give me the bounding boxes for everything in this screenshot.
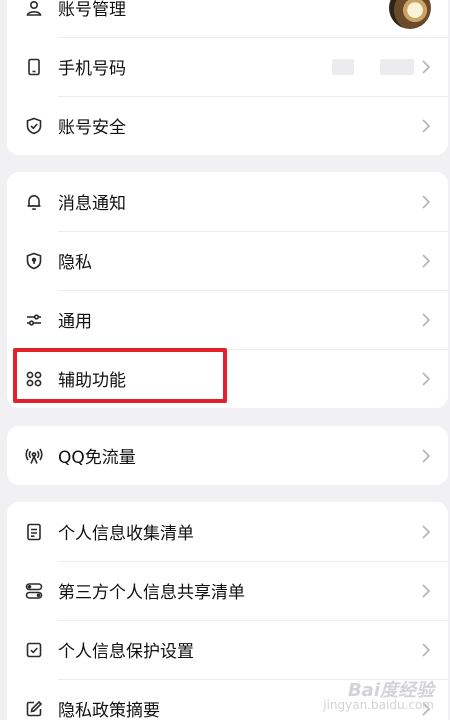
phone-icon	[24, 57, 44, 77]
row-label: 隐私政策摘要	[58, 701, 160, 720]
sliders-icon	[24, 310, 44, 330]
row-label: 通用	[58, 312, 92, 332]
masked-phone-part	[332, 59, 354, 75]
row-privacy[interactable]: 隐私	[7, 231, 448, 290]
row-label: 个人信息收集清单	[58, 524, 194, 544]
row-personal-info-collection[interactable]: 个人信息收集清单	[7, 502, 448, 561]
settings-card: 消息通知 隐私 通用 辅助功能	[7, 172, 448, 408]
row-label: 消息通知	[58, 194, 126, 214]
watermark-site: jingyan.baidu.com	[323, 698, 434, 712]
shield-keyhole-icon	[24, 251, 44, 271]
signal-tower-icon	[24, 446, 44, 466]
data-card: QQ免流量	[7, 426, 448, 485]
row-notifications[interactable]: 消息通知	[7, 172, 448, 231]
watermark-brand: Bai度经验	[347, 680, 434, 701]
chevron-right-icon	[421, 118, 431, 134]
avatar[interactable]	[389, 0, 431, 29]
row-general[interactable]: 通用	[7, 290, 448, 349]
row-third-party-sharing[interactable]: 第三方个人信息共享清单	[7, 561, 448, 620]
row-label: 辅助功能	[58, 371, 126, 391]
row-qq-free-data[interactable]: QQ免流量	[7, 426, 448, 485]
row-account-management[interactable]: 账号管理	[7, 0, 448, 37]
chevron-right-icon	[421, 642, 431, 658]
bell-icon	[24, 192, 44, 212]
row-label: 个人信息保护设置	[58, 642, 194, 662]
account-card: 账号管理 手机号码 账号安全	[7, 0, 448, 155]
row-phone-number[interactable]: 手机号码	[7, 37, 448, 96]
settings-page: 账号管理 手机号码 账号安全 消息通知 隐私 通用 辅助功能 QQ免流量 个人信…	[0, 0, 450, 720]
watermark: Bai度经验 jingyan.baidu.com	[323, 680, 434, 713]
chevron-right-icon	[421, 524, 431, 540]
row-account-security[interactable]: 账号安全	[7, 96, 448, 155]
row-label: 账号安全	[58, 118, 126, 138]
chevron-right-icon	[421, 59, 431, 75]
row-label: QQ免流量	[58, 448, 136, 468]
chevron-right-icon	[421, 371, 431, 387]
document-icon	[24, 522, 44, 542]
row-accessibility[interactable]: 辅助功能	[7, 349, 448, 408]
command-icon	[24, 369, 44, 389]
edit-icon	[24, 699, 44, 719]
masked-phone-part	[380, 59, 414, 75]
chevron-right-icon	[421, 448, 431, 464]
person-icon	[24, 0, 44, 18]
row-label: 账号管理	[58, 0, 126, 20]
chevron-right-icon	[421, 194, 431, 210]
row-personal-info-protection[interactable]: 个人信息保护设置	[7, 620, 448, 679]
row-label: 第三方个人信息共享清单	[58, 583, 245, 603]
checkbox-icon	[24, 640, 44, 660]
chevron-right-icon	[421, 253, 431, 269]
chevron-right-icon	[421, 583, 431, 599]
chevron-right-icon	[421, 312, 431, 328]
row-label: 隐私	[58, 253, 92, 273]
row-label: 手机号码	[58, 59, 126, 79]
shield-check-icon	[24, 116, 44, 136]
share-list-icon	[24, 581, 44, 601]
